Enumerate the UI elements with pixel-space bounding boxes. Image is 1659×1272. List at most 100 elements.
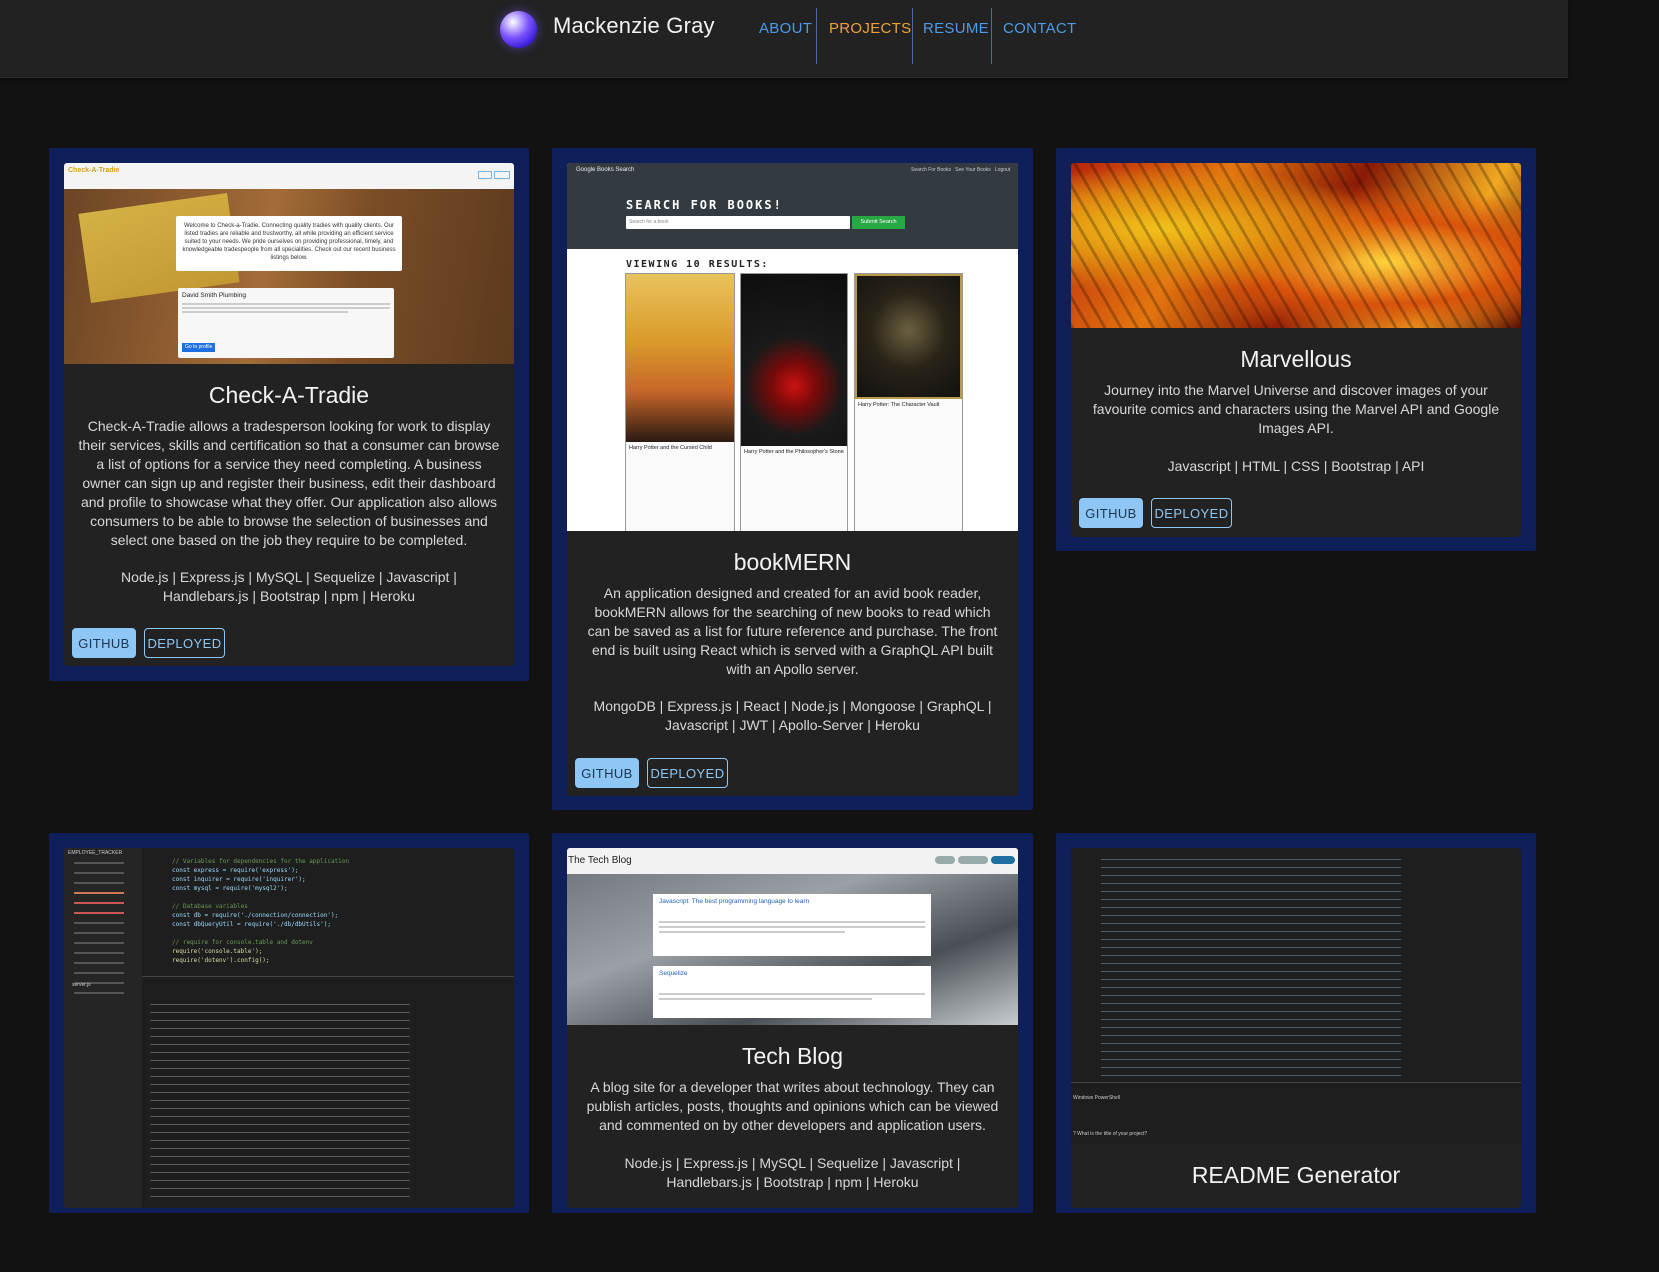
- code-line: // Database variables: [172, 903, 248, 910]
- project-description: A blog site for a developer that writes …: [586, 1079, 999, 1133]
- main-nav: ABOUT PROJECTS RESUME CONTACT: [744, 8, 1082, 64]
- preview-app-name: Check-A-Tradie: [68, 167, 120, 174]
- preview-nav-button: [958, 856, 988, 864]
- preview-terminal-output: [150, 998, 410, 1198]
- code-line: const dbQueryUtil = require('./db/dbUtil…: [172, 921, 331, 928]
- preview-file-list: [74, 862, 124, 864]
- preview-text-line: [659, 921, 925, 923]
- preview-app-name: The Tech Blog: [568, 855, 632, 866]
- preview-navbar: The Tech Blog: [567, 848, 1018, 874]
- project-title: Marvellous: [1240, 346, 1352, 372]
- github-button[interactable]: GITHUB: [72, 628, 136, 658]
- project-tech-stack: MongoDB | Express.js | React | Node.js |…: [593, 698, 992, 733]
- project-card-bookmern: Google Books Search Search For Books See…: [567, 163, 1018, 796]
- project-preview-image[interactable]: Check-A-Tradie Welcome to Check-a-Tradie…: [64, 163, 514, 364]
- project-card-tech-blog: The Tech Blog Javascript: The best progr…: [567, 848, 1018, 1208]
- preview-listing-title: David Smith Plumbing: [182, 292, 246, 299]
- preview-terminal-prompt: ? What is the title of your project?: [1073, 1131, 1148, 1137]
- preview-text-line: [182, 307, 390, 309]
- preview-file-explorer: EMPLOYEE_TRACKER server.js: [64, 848, 142, 1208]
- deployed-button[interactable]: DEPLOYED: [144, 628, 225, 658]
- preview-text-line: [659, 926, 925, 928]
- project-tech-stack: Javascript | HTML | CSS | Bootstrap | AP…: [1167, 458, 1425, 474]
- preview-text-line: [182, 303, 390, 305]
- github-button[interactable]: GITHUB: [575, 758, 639, 788]
- project-title: Check-A-Tradie: [208, 382, 370, 408]
- preview-post-card: Javascript: The best programming languag…: [653, 894, 931, 956]
- preview-app-name: Google Books Search: [576, 167, 635, 173]
- preview-welcome-box: Welcome to Check-a-Tradie. Connecting qu…: [176, 216, 402, 271]
- preview-post-title: Sequelize: [659, 970, 688, 977]
- book-title: Harry Potter and the Cursed Child: [629, 445, 712, 451]
- book-title: Harry Potter: The Character Vault: [858, 402, 940, 408]
- preview-listing-card: David Smith Plumbing Go to profile: [178, 288, 394, 358]
- preview-nav-button: [935, 856, 955, 864]
- project-tech-stack: Node.js | Express.js | MySQL | Sequelize…: [121, 569, 457, 604]
- preview-search-header: Google Books Search Search For Books See…: [567, 163, 1018, 249]
- preview-search-button: Submit Search: [852, 216, 905, 229]
- code-line: require('dotenv').config();: [172, 957, 270, 964]
- nav-contact[interactable]: CONTACT: [992, 8, 1082, 64]
- preview-text-line: [659, 993, 925, 995]
- project-preview-image[interactable]: EMPLOYEE_TRACKER server.js // Variables …: [64, 848, 514, 1208]
- site-name[interactable]: Mackenzie Gray: [553, 13, 715, 39]
- preview-terminal-label: Windows PowerShell: [1073, 1095, 1120, 1101]
- project-title: Tech Blog: [741, 1043, 843, 1069]
- code-line: const db = require('./connection/connect…: [172, 912, 339, 919]
- preview-nav-button: [478, 171, 492, 179]
- preview-welcome-text: Welcome to Check-a-Tradie. Connecting qu…: [182, 223, 396, 261]
- github-button[interactable]: GITHUB: [1079, 498, 1143, 528]
- code-line: const express = require('express');: [172, 867, 299, 874]
- preview-book-card: Harry Potter: The Character Vault: [854, 273, 963, 531]
- project-preview-image[interactable]: The Tech Blog Javascript: The best progr…: [567, 848, 1018, 1025]
- preview-heading: SEARCH FOR BOOKS!: [626, 198, 783, 212]
- project-description: Journey into the Marvel Universe and dis…: [1092, 382, 1500, 436]
- code-line: require('console.table');: [172, 948, 263, 955]
- preview-results-count: VIEWING 10 RESULTS:: [626, 259, 769, 270]
- book-cover-image: [855, 274, 962, 399]
- project-card-marvellous: Marvellous Journey into the Marvel Unive…: [1071, 163, 1521, 537]
- project-card-readme-generator: Windows PowerShell ? What is the title o…: [1071, 848, 1521, 1208]
- preview-folder-name: EMPLOYEE_TRACKER: [68, 850, 123, 856]
- preview-nav-button: [991, 856, 1015, 864]
- code-line: // Variables for dependencies for the ap…: [172, 858, 350, 865]
- project-title: README Generator: [1191, 1162, 1401, 1188]
- code-line: // require for console.table and dotenv: [172, 939, 313, 946]
- preview-nav-button: [494, 171, 510, 179]
- project-description: An application designed and created for …: [587, 585, 998, 677]
- book-cover-image: [626, 274, 734, 442]
- preview-nav-links: Search For Books See Your Books Logout: [911, 167, 1011, 173]
- nav-resume[interactable]: RESUME: [913, 8, 991, 64]
- code-line: const inquirer = require('inquirer');: [172, 876, 306, 883]
- preview-text-line: [659, 931, 846, 933]
- project-title: bookMERN: [733, 549, 852, 575]
- preview-navbar: Check-A-Tradie: [64, 163, 514, 189]
- project-card-employee-tracker: EMPLOYEE_TRACKER server.js // Variables …: [64, 848, 514, 1208]
- deployed-button[interactable]: DEPLOYED: [647, 758, 728, 788]
- preview-profile-button: Go to profile: [182, 343, 216, 352]
- code-line: const mysql = require('mysql2');: [172, 885, 288, 892]
- preview-code-lines: [1101, 854, 1401, 1079]
- comic-texture: [1071, 163, 1521, 328]
- preview-book-card: Harry Potter and the Philosopher's Stone: [740, 273, 848, 531]
- preview-post-card: Sequelize: [653, 966, 931, 1018]
- preview-panel-divider: [1071, 1082, 1521, 1083]
- preview-post-title: Javascript: The best programming languag…: [659, 898, 810, 905]
- deployed-button[interactable]: DEPLOYED: [1151, 498, 1232, 528]
- book-cover-image: [741, 274, 847, 446]
- preview-search-input: Search for a book: [626, 216, 850, 229]
- preview-active-file: server.js: [72, 982, 91, 988]
- nav-about[interactable]: ABOUT: [744, 8, 816, 64]
- project-preview-image[interactable]: [1071, 163, 1521, 328]
- preview-panel-divider: [142, 976, 514, 977]
- project-preview-image[interactable]: Windows PowerShell ? What is the title o…: [1071, 848, 1521, 1144]
- logo-orb-icon[interactable]: [500, 11, 537, 48]
- project-preview-image[interactable]: Google Books Search Search For Books See…: [567, 163, 1018, 531]
- site-header: Mackenzie Gray ABOUT PROJECTS RESUME CON…: [0, 0, 1568, 78]
- preview-book-card: Harry Potter and the Cursed Child: [625, 273, 735, 531]
- preview-text-line: [659, 998, 872, 1000]
- project-tech-stack: Node.js | Express.js | MySQL | Sequelize…: [624, 1155, 961, 1190]
- project-description: Check-A-Tradie allows a tradesperson loo…: [78, 418, 500, 548]
- nav-projects[interactable]: PROJECTS: [817, 8, 912, 64]
- project-card-check-a-tradie: Check-A-Tradie Welcome to Check-a-Tradie…: [64, 163, 514, 666]
